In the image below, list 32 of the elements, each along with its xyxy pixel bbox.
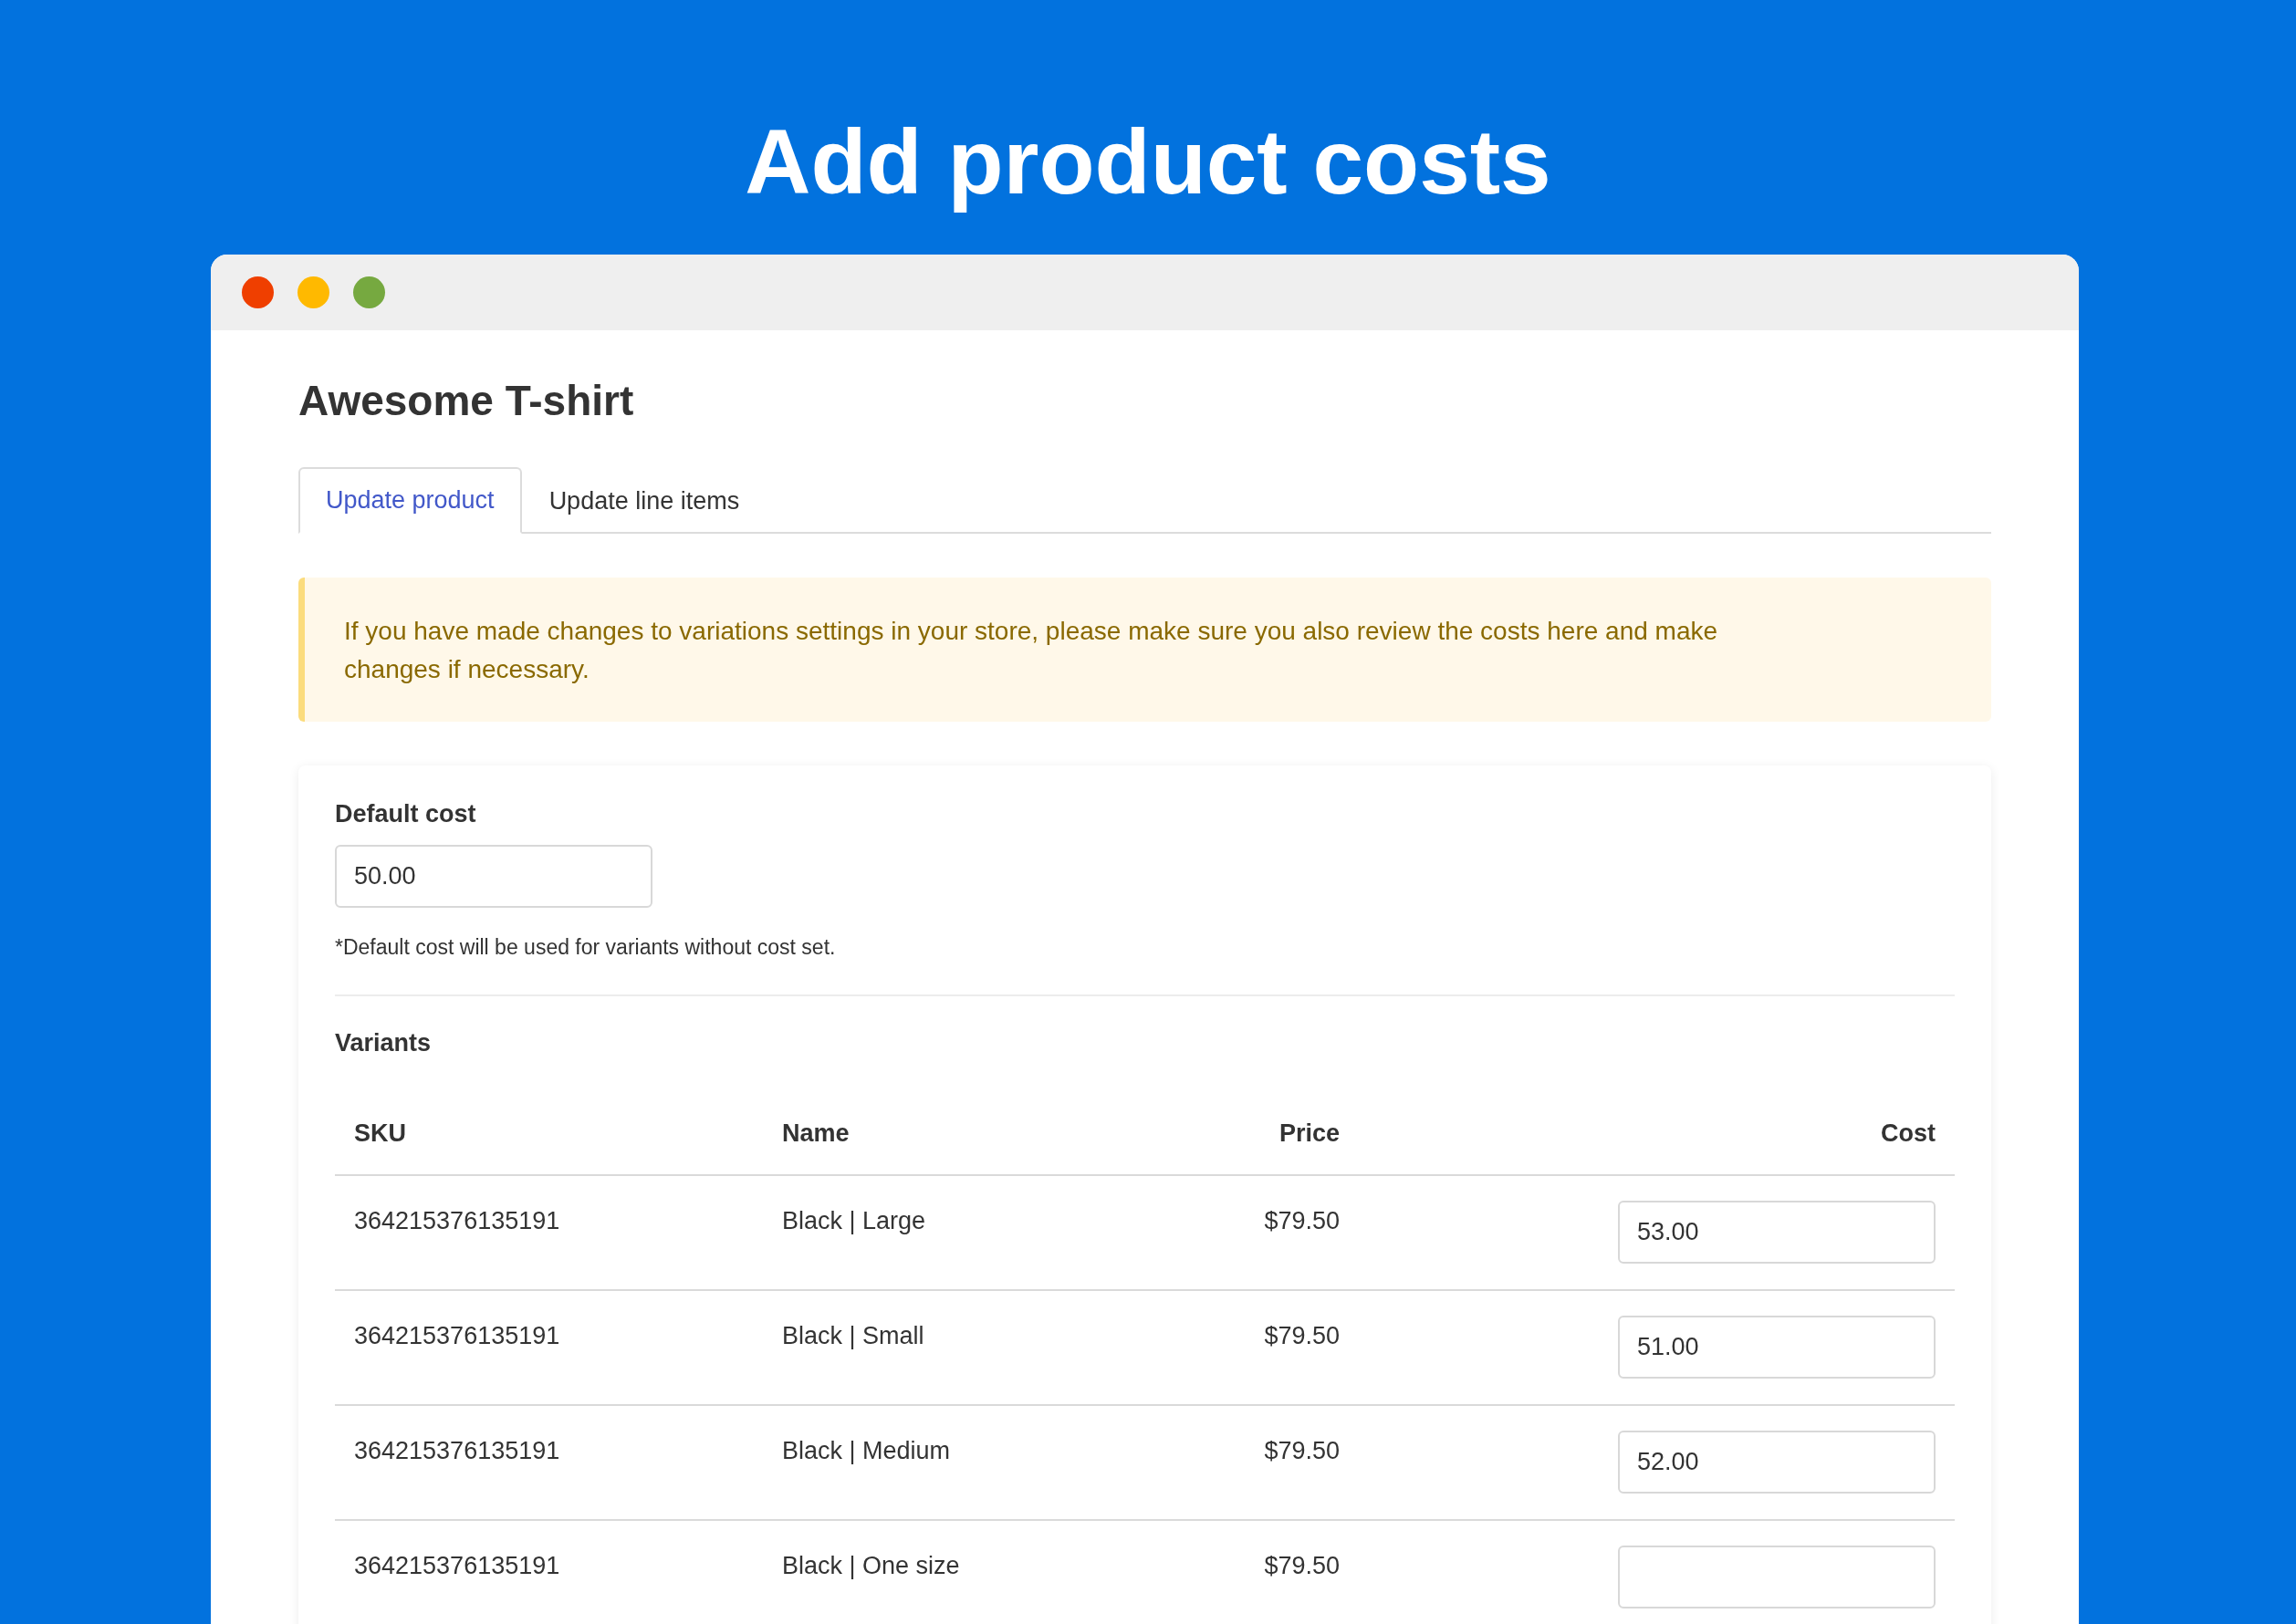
window-control-icon[interactable]: [242, 276, 274, 308]
section-title: Variants: [335, 1031, 433, 1056]
input-field[interactable]: 53.00: [1618, 1201, 1936, 1264]
input-field[interactable]: 51.00: [1618, 1316, 1936, 1379]
warning-notice: If you have made changes to variations settings in your store, please make sure you also review the costs here and make changes if necessary.: [298, 578, 1991, 722]
input-field[interactable]: [1618, 1546, 1936, 1608]
table-cell: $79.50: [1146, 1406, 1359, 1521]
table-cell: Black | One size: [763, 1521, 1146, 1624]
table-cell: 364215376135191: [335, 1521, 763, 1624]
table-cell: Black | Small: [763, 1291, 1146, 1406]
table-cell: $79.50: [1146, 1521, 1359, 1624]
table-cell: $79.50: [1146, 1176, 1359, 1291]
table-cell: $79.50: [1146, 1291, 1359, 1406]
table-cell: Black | Medium: [763, 1406, 1146, 1521]
column-header: Price: [1146, 1092, 1359, 1176]
field-label: Default cost: [335, 802, 477, 827]
input-field[interactable]: 50.00: [335, 845, 652, 908]
hint-text: *Default cost will be used for variants without cost set.: [335, 935, 837, 960]
column-header: Name: [763, 1092, 1146, 1176]
column-header: SKU: [335, 1092, 763, 1176]
table-cell: 364215376135191: [335, 1291, 763, 1406]
table-cell: Black | Large: [763, 1176, 1146, 1291]
table-cell: 364215376135191: [335, 1176, 763, 1291]
window-control-icon[interactable]: [297, 276, 329, 308]
table-cell: 364215376135191: [335, 1406, 763, 1521]
column-header: Cost: [1359, 1092, 1955, 1176]
window-control-icon[interactable]: [353, 276, 385, 308]
tab[interactable]: Update line items: [521, 467, 767, 534]
product-title: Awesome T-shirt: [298, 380, 635, 422]
headline: Add product costs: [745, 111, 1551, 212]
input-field[interactable]: 52.00: [1618, 1431, 1936, 1494]
tab[interactable]: Update product: [298, 467, 522, 534]
